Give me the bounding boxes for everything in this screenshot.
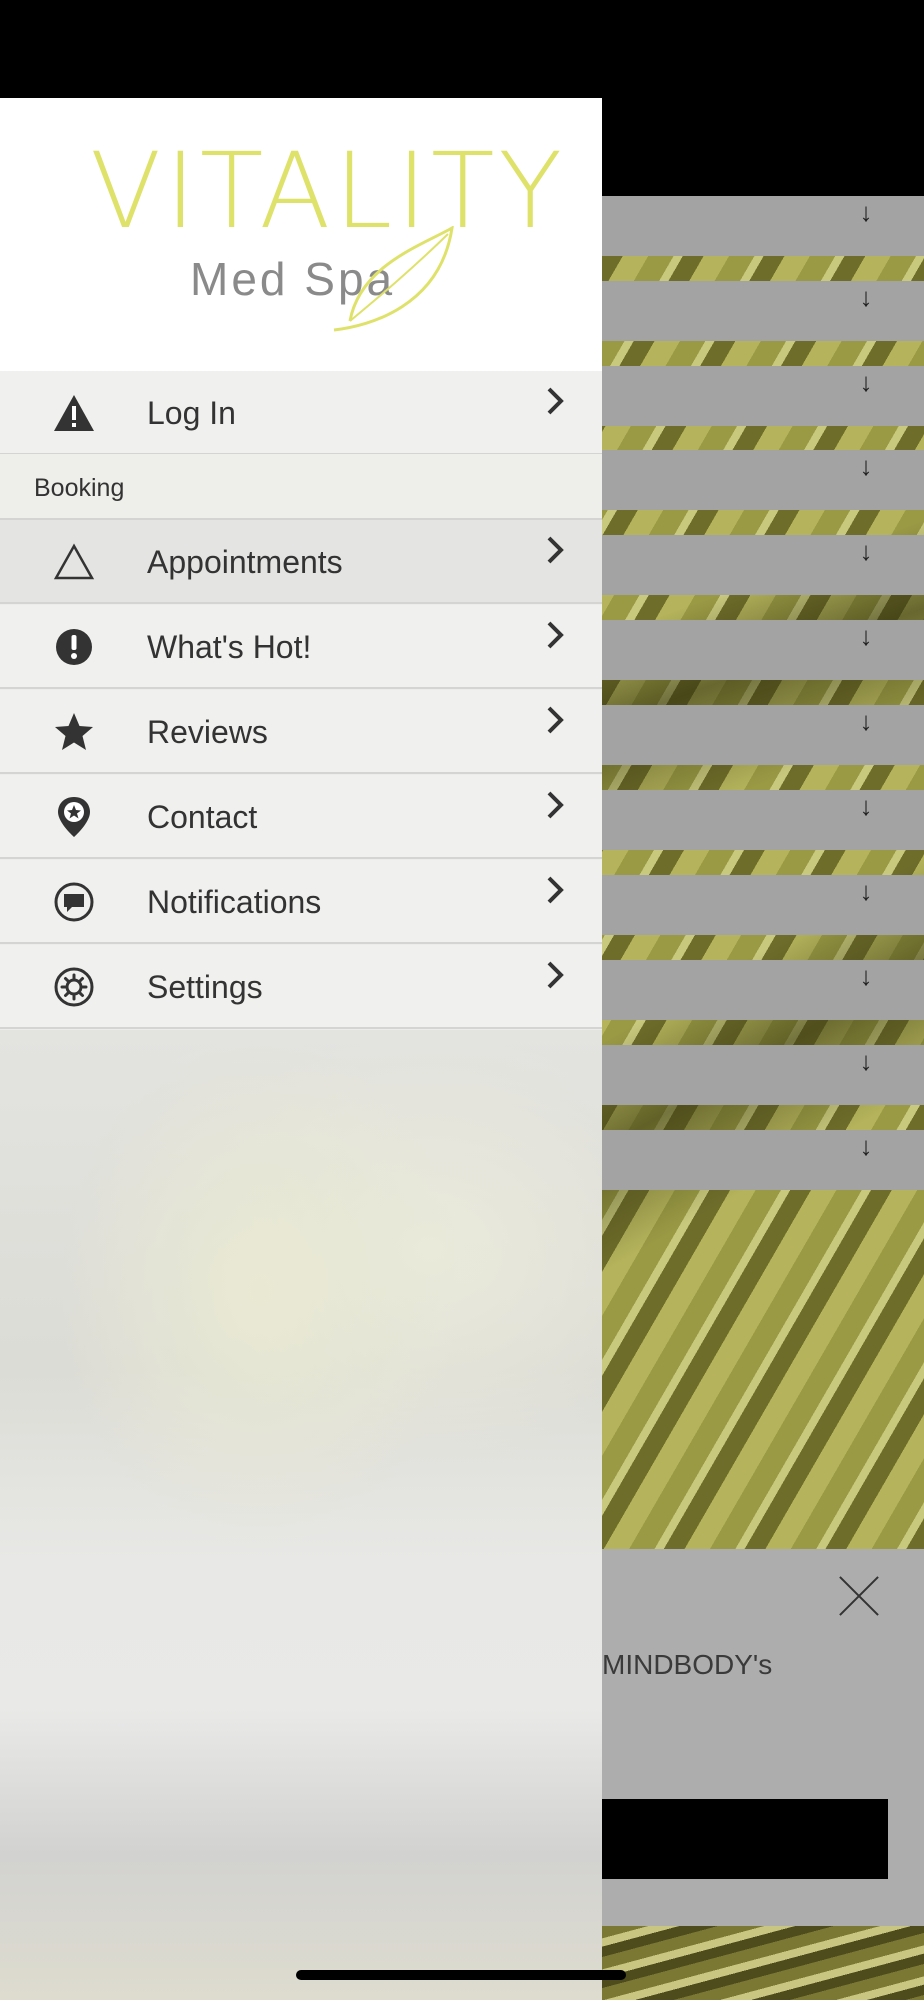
logo: VITALITY Med Spa xyxy=(90,136,562,336)
side-drawer: VITALITY Med Spa Log In Booking Appointm… xyxy=(0,98,602,2000)
chevron-right-icon xyxy=(547,387,564,415)
collapsed-row[interactable]: ↓ xyxy=(602,366,924,426)
collapsed-row[interactable]: ↓ xyxy=(602,875,924,935)
menu-item-label: Notifications xyxy=(147,884,322,920)
warning-icon xyxy=(54,395,94,431)
drawer-backdrop-image xyxy=(0,1030,602,2000)
chat-bubble-icon xyxy=(54,882,94,922)
collapsed-row[interactable]: ↓ xyxy=(602,196,924,256)
menu-item-label: Settings xyxy=(147,969,263,1005)
collapsed-row[interactable]: ↓ xyxy=(602,705,924,765)
chevron-right-icon xyxy=(547,706,564,734)
arrow-down-icon: ↓ xyxy=(859,282,873,312)
collapsed-row[interactable]: ↓ xyxy=(602,790,924,850)
arrow-down-icon: ↓ xyxy=(859,791,873,821)
menu-item-notifications[interactable]: Notifications xyxy=(0,860,602,944)
triangle-outline-icon xyxy=(53,543,95,580)
close-icon[interactable] xyxy=(836,1573,882,1619)
map-pin-star-icon xyxy=(58,797,90,837)
collapsed-row[interactable]: ↓ xyxy=(602,281,924,341)
arrow-down-icon: ↓ xyxy=(859,621,873,651)
menu-item-label: Appointments xyxy=(147,544,343,580)
menu-item-login[interactable]: Log In xyxy=(0,371,602,455)
chevron-right-icon xyxy=(547,961,564,989)
section-header-booking: Booking xyxy=(0,454,602,520)
collapsed-row[interactable]: ↓ xyxy=(602,1045,924,1105)
promo-banner: MINDBODY's xyxy=(602,1549,924,1926)
collapsed-row[interactable]: ↓ xyxy=(602,450,924,510)
drawer-header: VITALITY Med Spa xyxy=(0,98,602,371)
arrow-down-icon: ↓ xyxy=(859,706,873,736)
menu-item-label: Reviews xyxy=(147,714,268,750)
promo-action-button[interactable] xyxy=(602,1799,888,1879)
menu-item-label: Log In xyxy=(147,395,236,431)
menu-item-contact[interactable]: Contact xyxy=(0,775,602,859)
menu-item-whats-hot[interactable]: What's Hot! xyxy=(0,605,602,689)
arrow-down-icon: ↓ xyxy=(859,367,873,397)
menu-item-label: Contact xyxy=(147,799,258,835)
collapsed-row[interactable]: ↓ xyxy=(602,620,924,680)
arrow-down-icon: ↓ xyxy=(859,1131,873,1161)
chevron-right-icon xyxy=(547,876,564,904)
section-header-label: Booking xyxy=(34,474,125,502)
background-bottom-image xyxy=(602,1926,924,2000)
menu-item-appointments[interactable]: Appointments xyxy=(0,520,602,604)
promo-banner-text: MINDBODY's xyxy=(602,1649,773,1680)
collapsed-row[interactable]: ↓ xyxy=(602,1130,924,1190)
menu-item-settings[interactable]: Settings xyxy=(0,945,602,1029)
menu-item-reviews[interactable]: Reviews xyxy=(0,690,602,774)
chevron-right-icon xyxy=(547,791,564,819)
leaf-icon xyxy=(333,226,454,332)
gear-icon xyxy=(54,967,94,1007)
chevron-right-icon xyxy=(547,536,564,564)
arrow-down-icon: ↓ xyxy=(859,197,873,227)
collapsed-row[interactable]: ↓ xyxy=(602,535,924,595)
arrow-down-icon: ↓ xyxy=(859,961,873,991)
arrow-down-icon: ↓ xyxy=(859,451,873,481)
chevron-right-icon xyxy=(547,621,564,649)
arrow-down-icon: ↓ xyxy=(859,536,873,566)
star-icon xyxy=(55,713,93,750)
home-indicator[interactable] xyxy=(296,1970,626,1980)
arrow-down-icon: ↓ xyxy=(859,1046,873,1076)
menu-item-label: What's Hot! xyxy=(147,629,312,665)
arrow-down-icon: ↓ xyxy=(859,876,873,906)
collapsed-row[interactable]: ↓ xyxy=(602,960,924,1020)
exclamation-circle-icon xyxy=(56,629,92,665)
